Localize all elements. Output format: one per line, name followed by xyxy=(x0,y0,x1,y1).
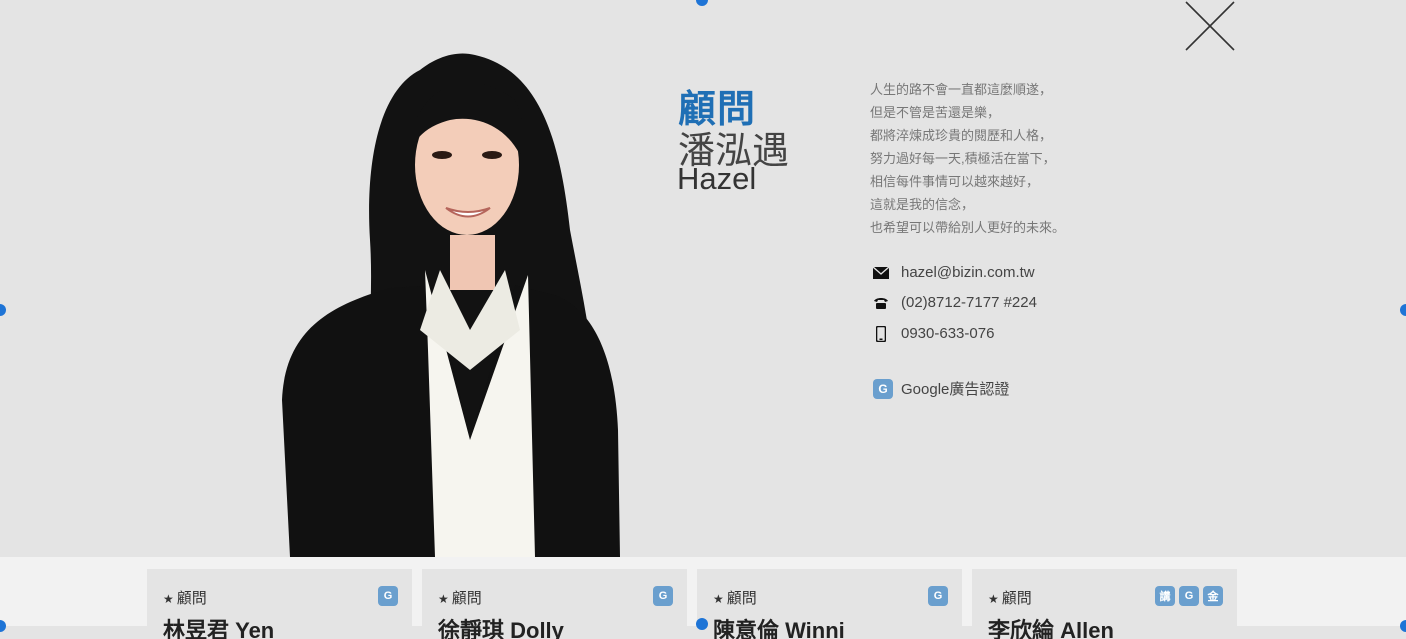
star-icon: ★ xyxy=(438,592,449,606)
resize-handle-bottom[interactable] xyxy=(696,618,708,630)
close-icon xyxy=(1185,1,1235,51)
star-icon: ★ xyxy=(163,592,174,606)
email-text: hazel@bizin.com.tw xyxy=(901,264,1035,281)
quote-line: 也希望可以帶給別人更好的未來。 xyxy=(870,220,1066,235)
certification-label: Google廣告認證 xyxy=(901,381,1010,398)
consultant-card[interactable]: ★ 顧問 G 徐靜琪 Dolly xyxy=(422,569,687,639)
google-badge-icon: G xyxy=(928,586,948,606)
card-name: 徐靜琪 Dolly xyxy=(438,618,564,639)
contact-phone[interactable]: (02)8712-7177 #224 xyxy=(873,294,1037,311)
consultant-card[interactable]: ★ 顧問 G 林昱君 Yen xyxy=(147,569,412,639)
card-role: 顧問 xyxy=(451,590,482,607)
google-badge-icon: G xyxy=(653,586,673,606)
star-icon: ★ xyxy=(713,592,724,606)
quote-line: 都將淬煉成珍貴的閱歷和人格， xyxy=(870,128,1053,143)
quote-line: 人生的路不會一直都這麼順遂， xyxy=(870,82,1053,97)
envelope-icon xyxy=(873,265,889,281)
quote-line: 這就是我的信念， xyxy=(870,197,975,212)
quote-line: 相信每件事情可以越來越好， xyxy=(870,174,1040,189)
google-badge-icon: G xyxy=(873,378,893,399)
google-ads-certification: G Google廣告認證 xyxy=(873,378,1009,399)
gold-badge-icon: 金 xyxy=(1203,586,1223,606)
card-name: 陳意倫 Winni xyxy=(713,618,845,639)
close-button[interactable] xyxy=(1184,0,1238,54)
phone-text: (02)8712-7177 #224 xyxy=(901,294,1037,311)
telephone-icon xyxy=(873,295,889,311)
google-badge-icon: G xyxy=(378,586,398,606)
profile-photo xyxy=(282,53,620,557)
mobile-phone-icon xyxy=(873,325,889,342)
resize-handle-bottom-right[interactable] xyxy=(1400,620,1406,632)
contact-email[interactable]: hazel@bizin.com.tw xyxy=(873,264,1035,281)
quote-line: 但是不管是苦還是樂， xyxy=(870,105,1001,120)
contact-mobile[interactable]: 0930-633-076 xyxy=(873,325,994,342)
consultant-card[interactable]: ★ 顧問 G 陳意倫 Winni xyxy=(697,569,962,639)
card-name: 李欣綸 Allen xyxy=(988,618,1114,639)
profile-name-en: Hazel xyxy=(677,161,757,196)
card-name: 林昱君 Yen xyxy=(163,618,275,639)
quote-line: 努力過好每一天,積極活在當下， xyxy=(870,151,1056,166)
resize-handle-right[interactable] xyxy=(1400,304,1406,316)
profile-quote: 人生的路不會一直都這麼順遂， 但是不管是苦還是樂， 都將淬煉成珍貴的閱歷和人格，… xyxy=(870,78,1170,239)
card-role: 顧問 xyxy=(726,590,757,607)
consultant-card[interactable]: ★ 顧問 講 G 金 李欣綸 Allen xyxy=(972,569,1237,639)
card-role: 顧問 xyxy=(176,590,207,607)
profile-panel: 顧問 潘泓遇 Hazel 人生的路不會一直都這麼順遂， 但是不管是苦還是樂， 都… xyxy=(0,0,1406,557)
google-badge-icon: G xyxy=(1179,586,1199,606)
card-role: 顧問 xyxy=(1001,590,1032,607)
star-icon: ★ xyxy=(988,592,999,606)
mobile-text: 0930-633-076 xyxy=(901,325,995,342)
lecturer-badge-icon: 講 xyxy=(1155,586,1175,606)
